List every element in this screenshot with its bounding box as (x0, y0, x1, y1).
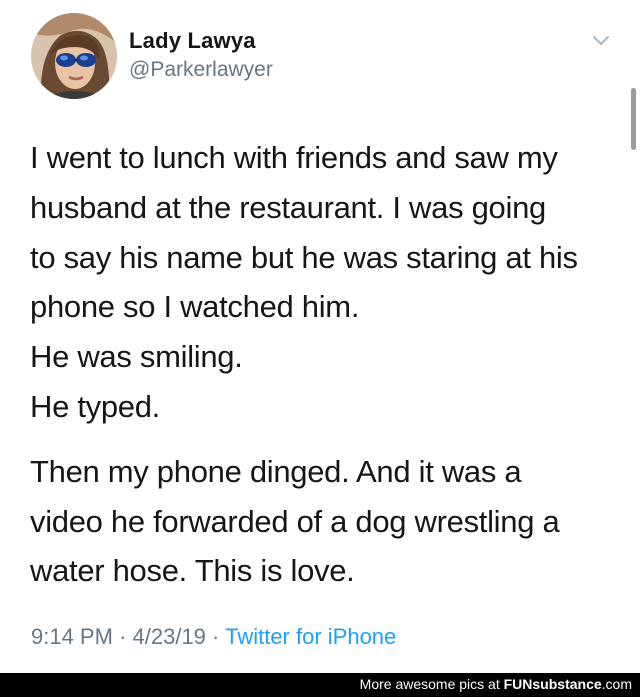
tweet-line: I went to lunch with friends and saw my (30, 140, 558, 175)
author-name[interactable]: Lady Lawya (129, 28, 256, 54)
watermark-domain: .com (601, 676, 632, 692)
tweet-line: video he forwarded of a dog wrestling a (30, 504, 560, 539)
tweet-screenshot: Lady Lawya @Parkerlawyer I went to lunch… (0, 0, 640, 697)
tweet-line: husband at the restaurant. I was going (30, 190, 546, 225)
avatar[interactable] (31, 13, 117, 99)
tweet-line: water hose. This is love. (30, 553, 355, 588)
avatar-image (31, 13, 117, 99)
meta-separator: · (119, 624, 127, 649)
tweet-line: phone so I watched him. (30, 289, 360, 324)
tweet-time[interactable]: 9:14 PM (31, 624, 113, 649)
scrollbar[interactable] (631, 88, 636, 150)
tweet-source-link[interactable]: Twitter for iPhone (225, 624, 396, 649)
tweet-line: He typed. (30, 389, 160, 424)
watermark-prefix: More awesome pics at (359, 676, 504, 692)
watermark-text: More awesome pics at FUNsubstance.com (360, 676, 632, 692)
author-handle[interactable]: @Parkerlawyer (129, 58, 273, 82)
tweet-line: to say his name but he was staring at hi… (30, 240, 578, 275)
tweet-date[interactable]: 4/23/19 (133, 624, 206, 649)
meta-separator: · (212, 624, 220, 649)
tweet-line: Then my phone dinged. And it was a (30, 454, 522, 489)
chevron-down-icon[interactable] (591, 34, 611, 48)
tweet-line: He was smiling. (30, 339, 243, 374)
watermark-brand: FUNsubstance (503, 676, 602, 692)
watermark-bar: More awesome pics at FUNsubstance.com (0, 673, 640, 697)
tweet-meta: 9:14 PM · 4/23/19 · Twitter for iPhone (31, 624, 396, 650)
